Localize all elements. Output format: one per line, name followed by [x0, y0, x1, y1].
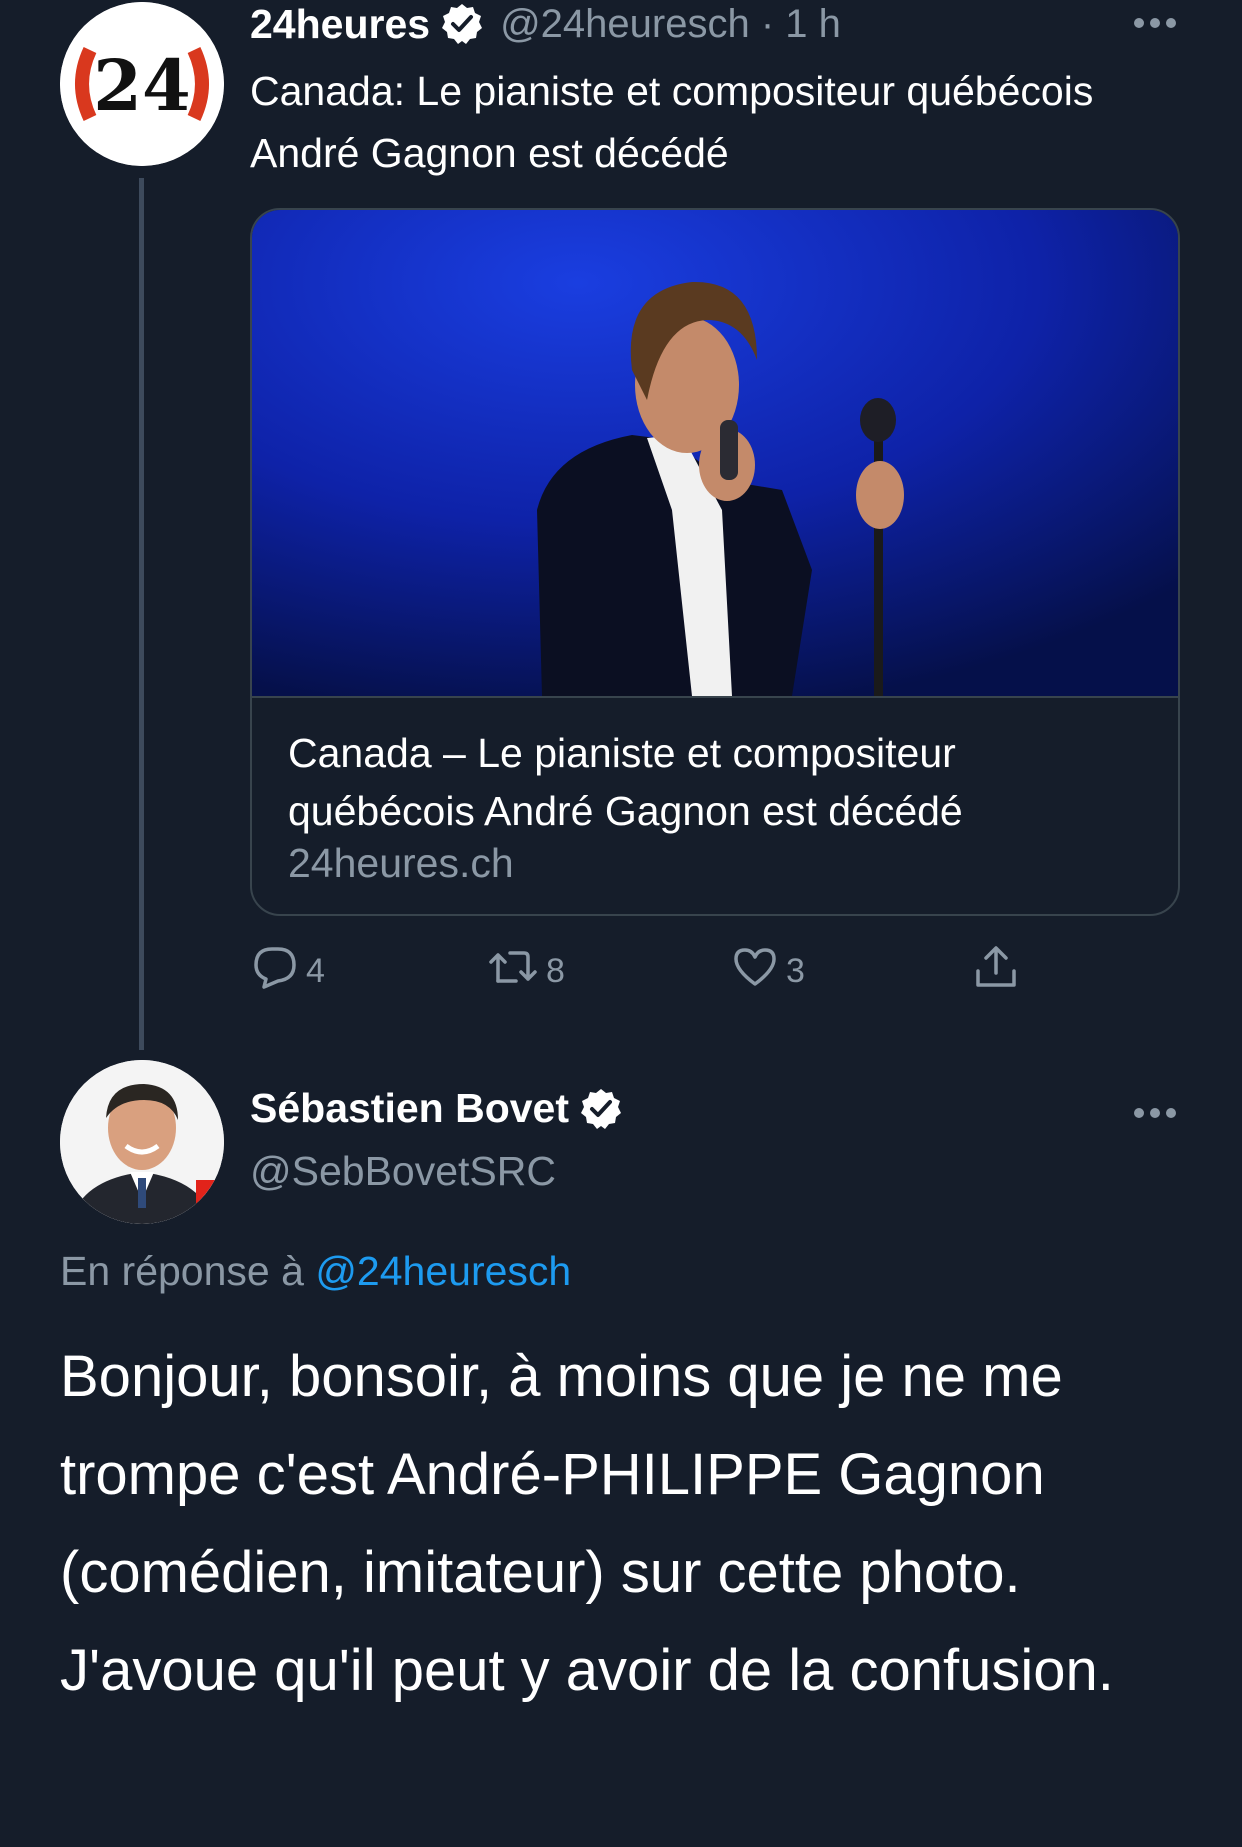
retweet-icon: [488, 947, 546, 996]
avatar-sebastien-bovet[interactable]: [60, 1060, 224, 1224]
avatar-24heures[interactable]: 24: [60, 2, 224, 166]
heart-icon: [732, 946, 786, 997]
tweet2-text: Bonjour, bonsoir, à moins que je ne me t…: [60, 1328, 1200, 1720]
tweet2-header: Sébastien Bovet: [250, 1085, 623, 1132]
separator-dot: ·: [760, 1, 775, 46]
reply-context: En réponse à @24heuresch: [60, 1248, 571, 1295]
card-title[interactable]: Canada – Le pianiste et compositeur québ…: [288, 724, 1148, 840]
verified-badge-icon: [579, 1087, 623, 1131]
reply-button[interactable]: 4: [252, 946, 325, 996]
tweet1-header: 24heures @24heuresch · 1 h: [250, 0, 841, 48]
reply-prefix: En réponse à: [60, 1248, 304, 1294]
handle-and-time: @24heuresch · 1 h: [500, 2, 841, 47]
reply-count: 4: [306, 951, 325, 990]
tweet2-paragraph-2: J'avoue qu'il peut y avoir de la confusi…: [60, 1638, 1114, 1703]
share-icon: [972, 943, 1028, 1000]
author-handle[interactable]: @SebBovetSRC: [250, 1148, 556, 1195]
thread-line: [139, 178, 144, 1050]
like-button[interactable]: 3: [732, 946, 805, 996]
tweet-time[interactable]: 1 h: [785, 2, 841, 46]
author-name[interactable]: Sébastien Bovet: [250, 1085, 569, 1132]
author-handle[interactable]: @24heuresch: [500, 2, 750, 46]
link-card[interactable]: Canada – Le pianiste et compositeur québ…: [250, 208, 1180, 916]
retweet-count: 8: [546, 951, 565, 990]
verified-badge-icon: [440, 2, 484, 46]
retweet-button[interactable]: 8: [488, 946, 565, 996]
share-button[interactable]: [972, 945, 1028, 996]
card-image: [252, 210, 1178, 696]
tweet2-paragraph-1: Bonjour, bonsoir, à moins que je ne me t…: [60, 1344, 1063, 1605]
author-name[interactable]: 24heures: [250, 1, 430, 48]
card-domain[interactable]: 24heures.ch: [288, 840, 514, 887]
card-divider: [252, 696, 1178, 698]
like-count: 3: [786, 951, 805, 990]
more-dots-icon[interactable]: [1132, 16, 1178, 30]
reply-icon: [252, 945, 306, 998]
more-dots-icon[interactable]: [1132, 1106, 1178, 1120]
reply-mention-link[interactable]: @24heuresch: [315, 1248, 571, 1294]
tweet1-text: Canada: Le pianiste et compositeur québé…: [250, 68, 1094, 176]
avatar-24-text: 24: [93, 44, 190, 127]
